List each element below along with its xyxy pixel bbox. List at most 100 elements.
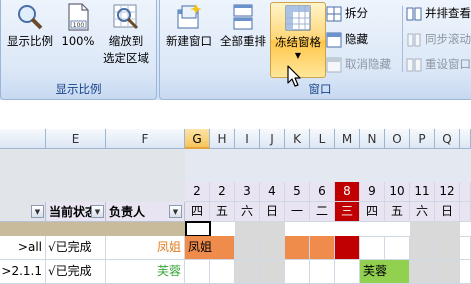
owner-filter-dropdown[interactable]: ▼ — [169, 205, 182, 218]
weekend-cell — [435, 236, 460, 260]
filter-dropdown[interactable]: ▼ — [31, 205, 44, 218]
column-header-F[interactable]: F — [106, 129, 185, 149]
column-header-E[interactable]: E — [46, 129, 106, 149]
zoom-button[interactable]: 显示比例 — [5, 2, 55, 50]
status-filter-dropdown[interactable]: ▼ — [91, 205, 104, 218]
weekend-cell — [435, 260, 460, 284]
svg-text:100: 100 — [73, 22, 85, 29]
header-left-filler — [0, 182, 185, 202]
day-number: 12 — [435, 182, 460, 202]
magnifier-icon — [18, 5, 43, 30]
table-row: >2.1.1 √已完成 芙蓉 芙蓉 — [0, 260, 471, 284]
row-header-corner[interactable] — [0, 129, 46, 149]
sync-scroll-button[interactable]: 同步滚动 — [406, 29, 471, 49]
column-header-G[interactable]: G — [185, 129, 210, 149]
weekend-cell — [260, 260, 285, 284]
weekend-cell — [235, 236, 260, 260]
row-header-blank: ▼ — [0, 202, 46, 222]
gantt-bar-cell[interactable] — [285, 236, 310, 260]
view-side-by-side-button[interactable]: 并排查看 — [406, 3, 471, 23]
weekday — [460, 202, 471, 222]
weekend-column — [235, 222, 285, 236]
row-id: >2.1.1 — [0, 260, 46, 284]
arrange-all-button[interactable]: 全部重排 — [216, 2, 270, 50]
owner-cell[interactable]: 芙蓉 — [106, 260, 185, 284]
owner-header: 负责人 ▼ — [106, 202, 185, 222]
weekday: 四 — [185, 202, 210, 222]
new-window-icon — [177, 4, 202, 29]
spreadsheet: E F G H I J K L M N O P Q 2 3 4 5 6 7 8 … — [0, 100, 471, 284]
group-window: 新建窗口 全部重排 冻结窗格 ▼ 拆分 隐藏 取消隐藏 并排查看 同步滚动 重设… — [159, 0, 471, 100]
timeline-cell[interactable] — [285, 260, 310, 284]
day-number: 10 — [385, 182, 410, 202]
chevron-down-icon: ▼ — [294, 51, 302, 60]
column-header-O[interactable]: O — [385, 129, 410, 149]
weekday: 日 — [260, 202, 285, 222]
split-button[interactable]: 拆分 — [326, 3, 368, 23]
column-header-H[interactable]: H — [210, 129, 235, 149]
column-header-Q[interactable]: Q — [435, 129, 460, 149]
group-title-window: 窗口 — [308, 82, 332, 96]
timeline-cell[interactable] — [385, 236, 410, 260]
hide-window-icon — [326, 32, 342, 47]
row-id: >all — [0, 236, 46, 260]
window-group-separator — [402, 6, 403, 72]
new-window-button[interactable]: 新建窗口 — [162, 2, 216, 50]
gantt-bar[interactable]: 凤姐 — [185, 236, 235, 260]
weekday: 五 — [385, 202, 410, 222]
timeline-cell[interactable] — [210, 260, 235, 284]
hide-button[interactable]: 隐藏 — [326, 29, 368, 49]
status-cell[interactable]: √已完成 — [46, 236, 106, 260]
column-header-partial[interactable] — [460, 129, 471, 149]
reset-window-position-button[interactable]: 重设窗口 — [406, 54, 471, 74]
page-100-icon: 100 — [68, 3, 89, 31]
weekday: 二 — [310, 202, 335, 222]
weekend-cell — [410, 260, 435, 284]
day-number: 5 — [285, 182, 310, 202]
table-row: >all √已完成 凤姐 凤姐 — [0, 236, 471, 260]
column-header-J[interactable]: J — [260, 129, 285, 149]
gantt-bar-cell[interactable] — [310, 236, 335, 260]
timeline-cell[interactable] — [335, 260, 360, 284]
day-number: 6 — [310, 182, 335, 202]
weekend-cell — [410, 236, 435, 260]
sheet-top-gap — [0, 100, 471, 129]
weekday: 日 — [435, 202, 460, 222]
timeline-cell[interactable] — [360, 236, 385, 260]
timeline-cell[interactable] — [310, 260, 335, 284]
unhide-button[interactable]: 取消隐藏 — [326, 54, 391, 74]
active-cell[interactable] — [185, 221, 211, 237]
timeline-header-band — [185, 149, 471, 182]
reset-window-icon — [406, 58, 422, 71]
weekday: 一 — [285, 202, 310, 222]
section-separator-row — [0, 222, 185, 236]
split-icon — [326, 6, 342, 21]
gantt-bar[interactable]: 芙蓉 — [360, 260, 410, 284]
day-number — [460, 182, 471, 202]
owner-cell[interactable]: 凤姐 — [106, 236, 185, 260]
weekday: 五 — [210, 202, 235, 222]
column-header-I[interactable]: I — [235, 129, 260, 149]
column-header-N[interactable]: N — [360, 129, 385, 149]
column-header-K[interactable]: K — [285, 129, 310, 149]
day-number: 4 — [260, 182, 285, 202]
day-number-highlight: 8 — [335, 182, 360, 202]
day-number: 11 — [410, 182, 435, 202]
zoom-100-button[interactable]: 100 100% — [59, 2, 97, 50]
frozen-header-band — [0, 149, 185, 182]
status-header: 当前状态 ▼ — [46, 202, 106, 222]
timeline-cell[interactable] — [185, 260, 210, 284]
day-number: 2 — [185, 182, 210, 202]
zoom-to-selection-button[interactable]: 缩放到 选定区域 — [99, 2, 153, 67]
timeline-cell[interactable] — [460, 236, 471, 260]
column-header-P[interactable]: P — [410, 129, 435, 149]
weekend-cell — [235, 260, 260, 284]
group-title-display-ratio: 显示比例 — [55, 82, 102, 96]
weekday: 六 — [235, 202, 260, 222]
unhide-window-icon — [326, 57, 342, 72]
column-header-L[interactable]: L — [310, 129, 335, 149]
sync-scroll-icon — [407, 33, 421, 46]
timeline-cell[interactable] — [460, 260, 471, 284]
status-cell[interactable]: √已完成 — [46, 260, 106, 284]
column-header-M[interactable]: M — [335, 129, 360, 149]
